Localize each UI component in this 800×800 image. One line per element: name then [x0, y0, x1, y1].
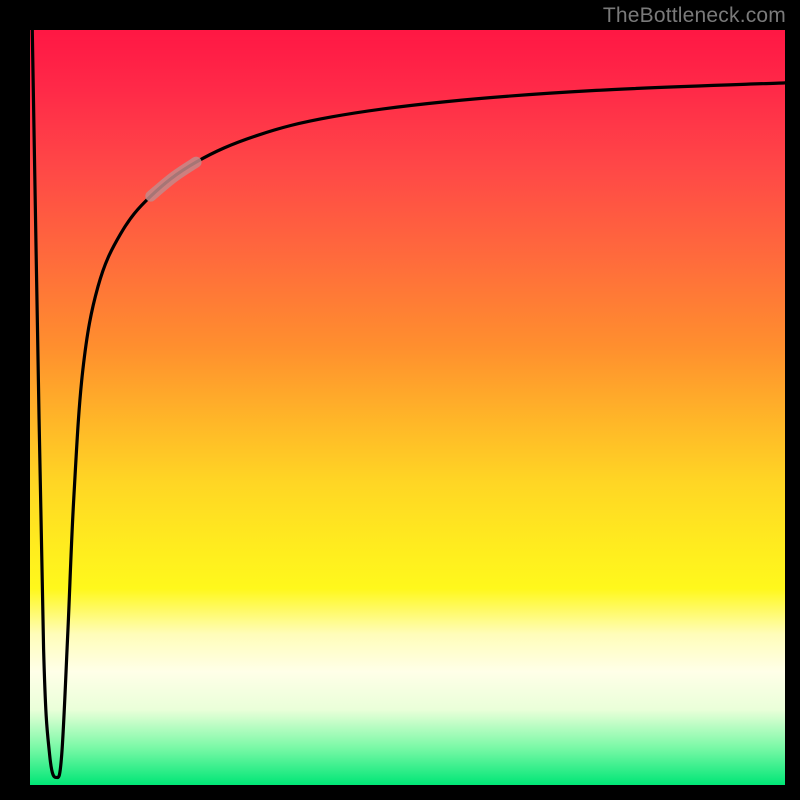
bottleneck-curve	[32, 30, 785, 778]
watermark-text: TheBottleneck.com	[603, 4, 786, 28]
plot-area	[30, 30, 785, 785]
chart-frame: TheBottleneck.com	[0, 0, 800, 800]
curve-layer	[30, 30, 785, 785]
highlight-segment	[151, 162, 196, 196]
